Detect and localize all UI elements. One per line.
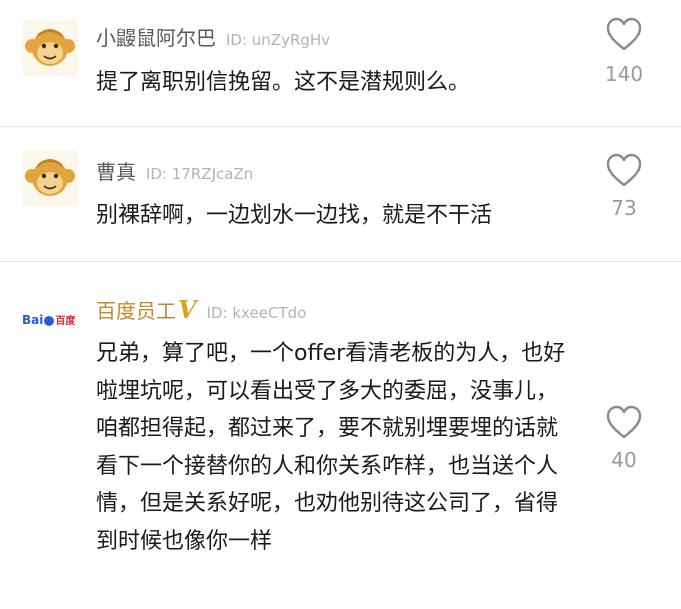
heart-outline-icon [606, 17, 642, 51]
comment-item: 小鼹鼠阿尔巴 ID: unZyRgHv 提了离职别信挽留。这不是潜规则么。 14… [0, 0, 681, 126]
user-id: ID: unZyRgHv [226, 31, 331, 49]
like-count: 73 [611, 196, 637, 220]
monkey-avatar-icon [22, 150, 78, 206]
username[interactable]: 小鼹鼠阿尔巴 [96, 22, 216, 51]
comment-text: 提了离职别信挽留。这不是潜规则么。 [96, 70, 471, 95]
like-button[interactable]: 140 [594, 16, 654, 86]
comment-list: 小鼹鼠阿尔巴 ID: unZyRgHv 提了离职别信挽留。这不是潜规则么。 14… [0, 0, 681, 609]
heart-outline-icon [606, 405, 642, 439]
comment-header: 小鼹鼠阿尔巴 ID: unZyRgHv [96, 22, 330, 51]
user-id: ID: kxeeCTdo [206, 304, 307, 322]
baidu-logo-avatar[interactable]: Bai 百度 [22, 313, 78, 327]
comment-header: 百度员工 V ID: kxeeCTdo [96, 295, 306, 324]
divider [0, 261, 681, 262]
like-button[interactable]: 40 [594, 404, 654, 472]
monkey-avatar-icon [22, 20, 78, 76]
verified-v-badge: V [178, 295, 197, 324]
comment-item [0, 127, 681, 261]
comment-header: 曹真 ID: 17RZJcaZn [96, 156, 253, 185]
user-avatar[interactable] [22, 20, 78, 76]
like-button[interactable]: 73 [594, 152, 654, 220]
like-count: 40 [611, 448, 637, 472]
user-id: ID: 17RZJcaZn [146, 165, 254, 183]
user-avatar[interactable] [22, 150, 78, 206]
heart-outline-icon [606, 153, 642, 187]
username[interactable]: 百度员工 [96, 295, 176, 324]
comment-text: 别裸辞啊，一边划水一边找，就是不干活 [96, 203, 493, 228]
like-count: 140 [604, 62, 644, 86]
username[interactable]: 曹真 [96, 156, 136, 185]
paw-icon [44, 315, 55, 326]
comment-text: 兄弟，算了吧，一个offer看清老板的为人，也好啦埋坑呢，可以看出受了多大的委屈… [96, 341, 566, 554]
